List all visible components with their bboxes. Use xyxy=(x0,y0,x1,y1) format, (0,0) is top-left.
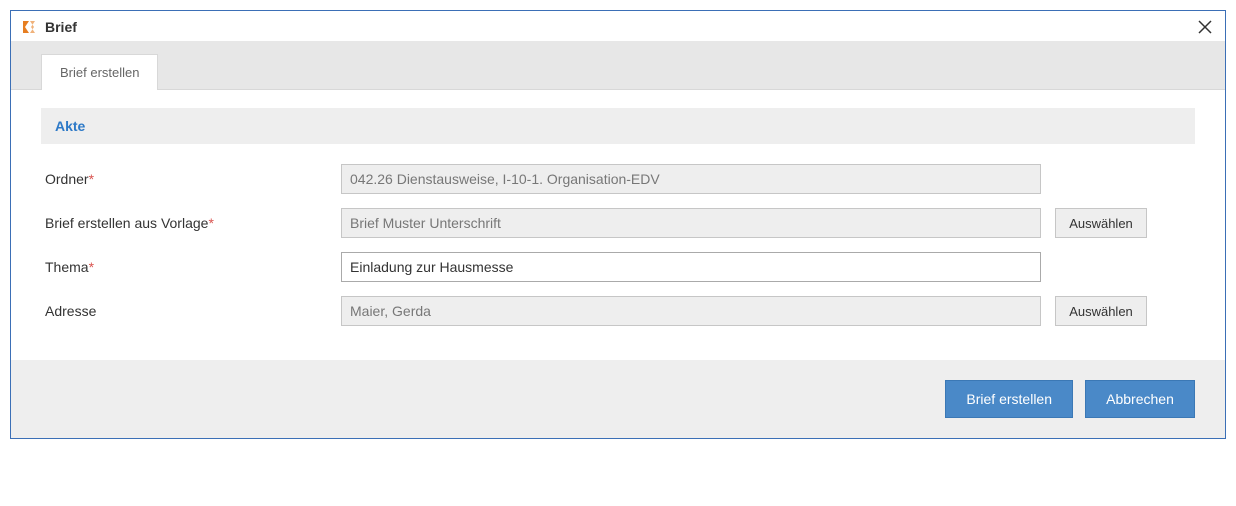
row-folder: Ordner* xyxy=(41,164,1195,194)
required-star: * xyxy=(89,259,94,275)
label-topic: Thema* xyxy=(41,259,341,275)
create-button[interactable]: Brief erstellen xyxy=(945,380,1073,418)
label-template-text: Brief erstellen aus Vorlage xyxy=(45,215,208,231)
label-template: Brief erstellen aus Vorlage* xyxy=(41,215,341,231)
label-folder-text: Ordner xyxy=(45,171,89,187)
titlebar: Brief xyxy=(11,11,1225,41)
brief-dialog: Brief Brief erstellen Akte Ordner* Brief… xyxy=(10,10,1226,439)
required-star: * xyxy=(208,215,213,231)
app-icon xyxy=(21,19,37,35)
bottom-bar: Brief erstellen Abbrechen xyxy=(11,360,1225,438)
label-address: Adresse xyxy=(41,303,341,319)
form-area: Akte Ordner* Brief erstellen aus Vorlage… xyxy=(11,90,1225,360)
cancel-button[interactable]: Abbrechen xyxy=(1085,380,1195,418)
window-title: Brief xyxy=(45,19,77,35)
row-topic: Thema* xyxy=(41,252,1195,282)
select-address-button[interactable]: Auswählen xyxy=(1055,296,1147,326)
label-topic-text: Thema xyxy=(45,259,89,275)
section-header-akte: Akte xyxy=(41,108,1195,144)
row-template: Brief erstellen aus Vorlage* Auswählen xyxy=(41,208,1195,238)
tab-create[interactable]: Brief erstellen xyxy=(41,54,158,90)
folder-field xyxy=(341,164,1041,194)
select-template-button[interactable]: Auswählen xyxy=(1055,208,1147,238)
label-folder: Ordner* xyxy=(41,171,341,187)
close-icon[interactable] xyxy=(1195,17,1215,37)
topic-input[interactable] xyxy=(341,252,1041,282)
titlebar-left: Brief xyxy=(21,19,77,35)
template-field xyxy=(341,208,1041,238)
address-field xyxy=(341,296,1041,326)
tabbar: Brief erstellen xyxy=(11,41,1225,90)
required-star: * xyxy=(89,171,94,187)
label-address-text: Adresse xyxy=(45,303,96,319)
row-address: Adresse Auswählen xyxy=(41,296,1195,326)
